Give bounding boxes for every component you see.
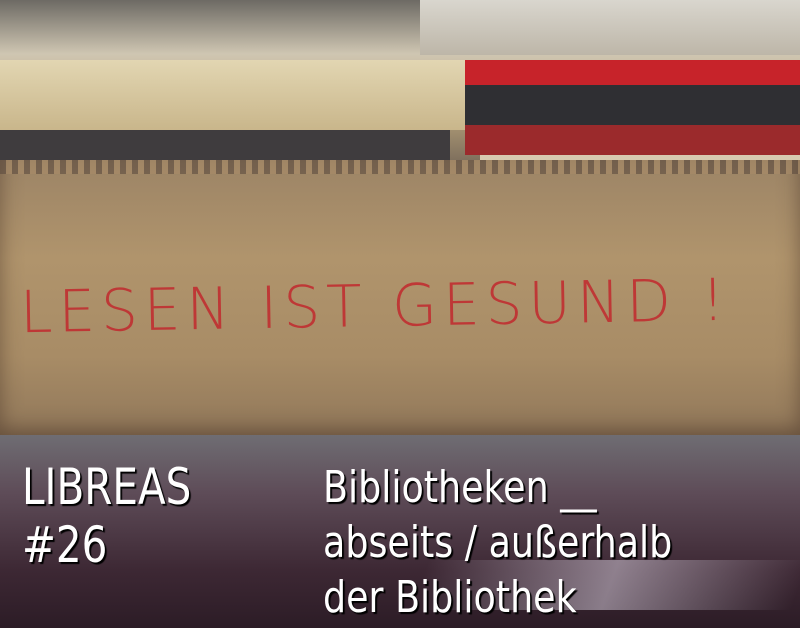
magazine-name: LIBREAS xyxy=(22,458,192,516)
box-handwriting: LESEN IST GESUND ! xyxy=(19,265,732,347)
title-line-2: abseits / außerhalb xyxy=(323,517,673,568)
cardboard-edge xyxy=(0,160,800,174)
issue-number: #26 xyxy=(22,516,108,574)
books-background xyxy=(0,0,800,180)
magazine-label: LIBREAS #26 xyxy=(22,458,191,574)
book xyxy=(420,0,800,55)
book xyxy=(0,60,465,130)
title-line-3: der Bibliothek xyxy=(323,572,577,623)
issue-title: Bibliotheken __ abseits / außerhalb der … xyxy=(323,460,672,625)
title-line-1: Bibliotheken __ xyxy=(323,462,597,513)
book xyxy=(465,85,800,125)
book xyxy=(465,60,800,85)
book xyxy=(465,125,800,155)
